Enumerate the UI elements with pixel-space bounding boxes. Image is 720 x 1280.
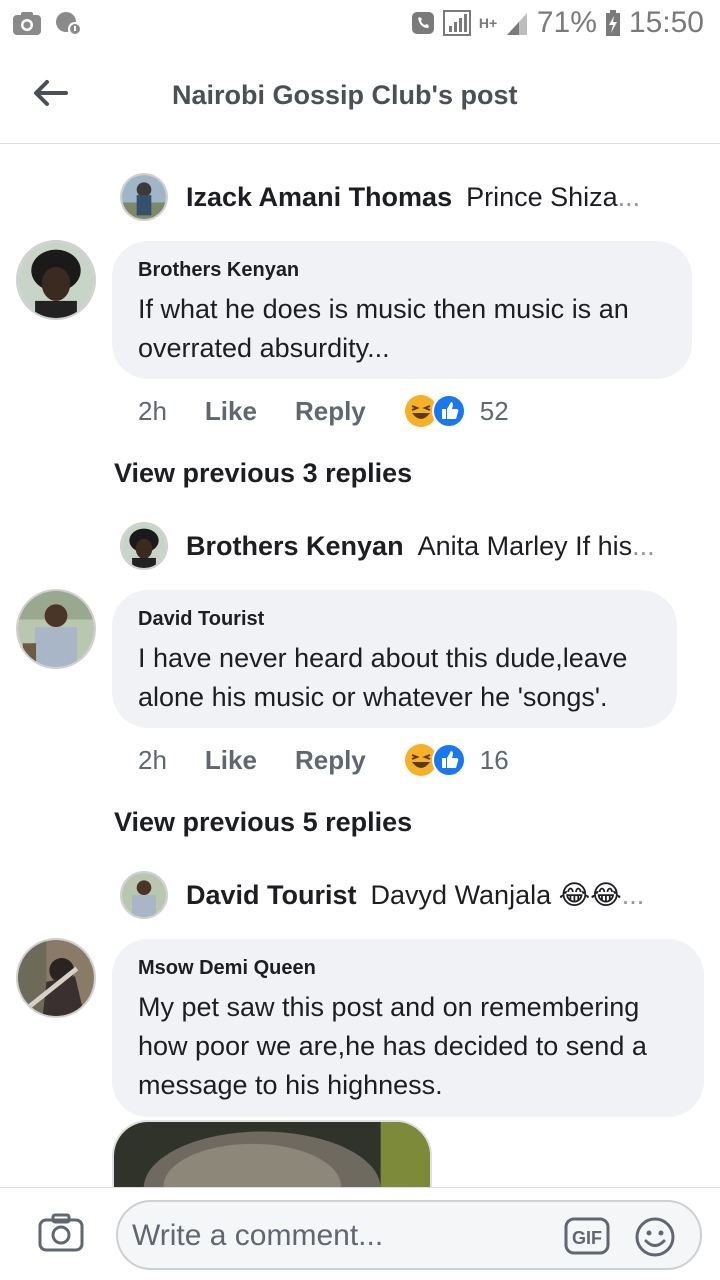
reply-button[interactable]: Reply — [295, 396, 366, 427]
comments-feed[interactable]: Izack Amani Thomas Prince Shiza ... Brot… — [0, 145, 720, 1187]
back-arrow-icon[interactable] — [30, 76, 70, 110]
system-status: H+ 71% 15:50 — [411, 6, 704, 40]
avatar[interactable] — [16, 938, 96, 1018]
emoji-icon[interactable] — [634, 1216, 676, 1258]
like-reaction-icon — [431, 394, 466, 428]
reply-button[interactable]: Reply — [295, 745, 366, 776]
comment-photo[interactable] — [112, 1120, 432, 1187]
reply-author[interactable]: Izack Amani Thomas — [186, 182, 452, 213]
comment-actions: 2h Like Reply 16 — [138, 740, 509, 780]
comment-time[interactable]: 2h — [138, 396, 167, 427]
reactions-summary[interactable]: 16 — [404, 743, 509, 777]
signal-bars-icon — [442, 9, 471, 37]
avatar[interactable] — [120, 871, 168, 919]
view-previous-replies-link[interactable]: View previous 3 replies — [114, 458, 412, 489]
comment-text: My pet saw this post and on remembering … — [138, 988, 678, 1105]
reply-preview: Davyd Wanjala 😂😂 — [370, 879, 622, 910]
comment-bubble[interactable]: David Tourist I have never heard about t… — [112, 590, 677, 728]
collapsed-reply[interactable]: Izack Amani Thomas Prince Shiza ... — [120, 172, 680, 222]
comment-line: how poor we are,he has decided to send a — [138, 1031, 647, 1061]
notification-icons — [12, 10, 84, 38]
comment-input-field[interactable]: GIF — [116, 1200, 702, 1270]
comment-line: alone his music or whatever he 'songs'. — [138, 682, 608, 712]
screenshot-icon — [12, 10, 42, 38]
comment-actions: 2h Like Reply 52 — [138, 391, 509, 431]
status-bar: H+ 71% 15:50 — [0, 0, 720, 50]
cell-signal-icon — [505, 9, 529, 37]
comment-text: If what he does is music then music is a… — [138, 290, 666, 368]
comment-author[interactable]: Msow Demi Queen — [138, 957, 678, 980]
avatar[interactable] — [16, 589, 96, 669]
reply-preview: Prince Shiza — [466, 181, 618, 212]
comment-bubble[interactable]: Msow Demi Queen My pet saw this post and… — [112, 939, 704, 1117]
clock: 15:50 — [628, 6, 704, 39]
reaction-count: 52 — [479, 395, 509, 426]
comment-input[interactable] — [132, 1212, 552, 1260]
avatar[interactable] — [120, 522, 168, 570]
comment-composer: GIF — [0, 1187, 720, 1280]
comment-bubble[interactable]: Brothers Kenyan If what he does is music… — [112, 241, 692, 379]
gif-icon[interactable]: GIF — [564, 1216, 610, 1256]
like-button[interactable]: Like — [205, 745, 257, 776]
comment-time[interactable]: 2h — [138, 745, 167, 776]
reply-ellipsis: ... — [632, 530, 655, 561]
comment-author[interactable]: Brothers Kenyan — [138, 259, 666, 282]
reply-author[interactable]: Brothers Kenyan — [186, 531, 404, 562]
collapsed-reply[interactable]: Brothers Kenyan Anita Marley If his ... — [120, 521, 680, 571]
like-reaction-icon — [431, 743, 466, 777]
reply-ellipsis: ... — [617, 181, 641, 212]
location-update-icon — [54, 10, 84, 38]
comment-line: My pet saw this post and on remembering — [138, 992, 640, 1022]
comment-text: I have never heard about this dude,leave… — [138, 639, 651, 717]
avatar[interactable] — [16, 240, 96, 320]
battery-charging-icon — [605, 9, 621, 37]
phone-icon — [411, 9, 435, 37]
gif-label: GIF — [572, 1228, 602, 1248]
reply-author[interactable]: David Tourist — [186, 880, 357, 911]
reply-preview: Anita Marley If his — [417, 530, 633, 561]
view-previous-replies-link[interactable]: View previous 5 replies — [114, 807, 412, 838]
comment-line: message to his highness. — [138, 1070, 443, 1100]
battery-percent: 71% — [536, 6, 597, 39]
reply-ellipsis: ... — [621, 879, 645, 910]
camera-icon[interactable] — [38, 1212, 84, 1252]
reactions-summary[interactable]: 52 — [404, 394, 509, 428]
like-button[interactable]: Like — [205, 396, 257, 427]
collapsed-reply[interactable]: David Tourist Davyd Wanjala 😂😂 ... — [120, 870, 680, 920]
reaction-count: 16 — [479, 744, 509, 775]
comment-line: If what he does is music then music is a… — [138, 294, 629, 324]
comment-line: overrated absurdity... — [138, 333, 390, 363]
comment-author[interactable]: David Tourist — [138, 608, 651, 631]
avatar[interactable] — [120, 173, 168, 221]
page-title: Nairobi Gossip Club's post — [172, 80, 518, 110]
post-header: Nairobi Gossip Club's post — [0, 50, 720, 144]
comment-line: I have never heard about this dude,leave — [138, 643, 628, 673]
network-type: H+ — [478, 14, 498, 31]
